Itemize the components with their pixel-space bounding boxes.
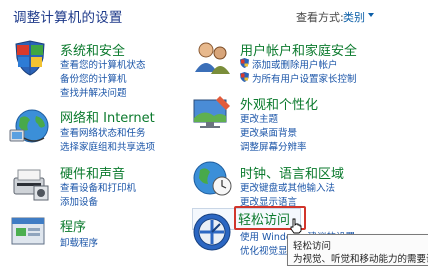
view-by-dropdown[interactable]: 类别: [343, 9, 365, 25]
uac-shield-icon: [240, 58, 249, 68]
link-network-status[interactable]: 查看网络状态和任务: [60, 125, 146, 139]
tooltip-description: 为视觉、听觉和移动能力的需要调: [293, 254, 428, 265]
tooltip-title: 轻松访问: [293, 241, 332, 252]
network-icon: [9, 109, 49, 143]
hardware-sound-icon: [13, 169, 49, 201]
appearance-icon: [193, 96, 230, 128]
link-keyboard-input[interactable]: 更改键盘或其他输入法: [240, 180, 335, 194]
page-title: 调整计算机的设置: [13, 10, 123, 26]
tooltip: 轻松访问 为视觉、听觉和移动能力的需要调: [287, 234, 428, 266]
link-screen-resolution[interactable]: 调整屏幕分辨率: [240, 139, 307, 153]
chevron-down-icon[interactable]: [368, 13, 374, 17]
programs-icon: [11, 217, 45, 245]
category-heading[interactable]: 网络和 Internet: [60, 107, 155, 126]
link-parental-controls[interactable]: 为所有用户设置家长控制: [252, 71, 357, 85]
link-add-remove-users[interactable]: 添加或删除用户帐户: [252, 57, 338, 71]
uac-shield-icon: [240, 72, 249, 82]
category-heading[interactable]: 程序: [60, 216, 86, 235]
link-desktop-background[interactable]: 更改桌面背景: [240, 125, 297, 139]
link-troubleshoot[interactable]: 查找并解决问题: [60, 85, 127, 99]
link-change-theme[interactable]: 更改主题: [240, 111, 278, 125]
view-by-label: 查看方式:: [296, 11, 344, 24]
link-homegroup[interactable]: 选择家庭组和共享选项: [60, 139, 155, 153]
user-accounts-icon: [195, 42, 230, 74]
link-backup[interactable]: 备份您的计算机: [60, 71, 127, 85]
clock-language-icon: [193, 161, 232, 196]
ease-of-access-icon: [193, 213, 231, 251]
link-add-device[interactable]: 添加设备: [60, 194, 98, 208]
link-view-status[interactable]: 查看您的计算机状态: [60, 57, 146, 71]
hand-cursor-icon: [290, 218, 302, 234]
system-security-icon: [15, 40, 45, 76]
link-uninstall[interactable]: 卸载程序: [60, 235, 98, 249]
link-devices-printers[interactable]: 查看设备和打印机: [60, 180, 136, 194]
